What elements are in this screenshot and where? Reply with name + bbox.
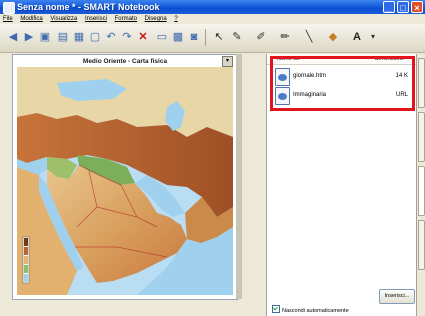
tab-page-sorter[interactable] <box>418 58 425 108</box>
menu-modifica[interactable]: Modifica <box>20 16 42 22</box>
line-icon[interactable]: ╲ <box>302 30 316 44</box>
map-drawing <box>17 67 233 295</box>
checkbox-checked-icon[interactable] <box>272 305 280 313</box>
menu-formato[interactable]: Formato <box>115 16 137 22</box>
minimize-icon[interactable]: _ <box>383 1 395 13</box>
menu-inserisci[interactable]: Inserisci <box>85 16 107 22</box>
screen-shade-icon[interactable]: ▭ <box>155 30 169 44</box>
menu-file[interactable]: File <box>3 16 13 22</box>
eraser-icon[interactable]: ◆ <box>326 30 340 44</box>
toolbar-separator <box>205 29 206 46</box>
autohide-toggle[interactable]: Nascondi automaticamente <box>272 305 349 316</box>
creative-pen-icon[interactable]: ✏ <box>278 30 292 44</box>
window-title: Senza nome * - SMART Notebook <box>17 2 160 12</box>
text-dropdown-icon[interactable]: ▾ <box>366 30 380 44</box>
menu-visualizza[interactable]: Visualizza <box>50 16 77 22</box>
delete-icon[interactable]: ✕ <box>136 30 150 44</box>
autohide-label: Nascondi automaticamente <box>282 308 349 314</box>
map-title: Medio Oriente - Carta fisica <box>82 58 168 65</box>
tab-properties[interactable] <box>418 220 425 270</box>
tab-attachments[interactable] <box>418 166 425 216</box>
sidebar-tabs <box>416 54 425 316</box>
middle-east-physical-map <box>17 67 233 295</box>
app-icon <box>3 2 15 14</box>
title-bar: Senza nome * - SMART Notebook _ □ × <box>0 0 425 14</box>
object-menu-icon[interactable]: ▾ <box>222 56 233 67</box>
menu-disegna[interactable]: Disegna <box>145 16 167 22</box>
close-icon[interactable]: × <box>411 1 423 13</box>
open-icon[interactable]: ▤ <box>56 30 70 44</box>
tab-gallery[interactable] <box>418 112 425 162</box>
back-icon[interactable]: ◀ <box>6 30 20 44</box>
camera-icon[interactable]: ◙ <box>187 30 201 44</box>
full-screen-icon[interactable]: ▩ <box>171 30 185 44</box>
toolbar: ◀ ▶ ▣ ▤ ▦ ▢ ↶ ↷ ✕ ▭ ▩ ◙ ↖ ✎ ✐ ✏ ╲ ◆ A ▾ <box>0 24 425 53</box>
forward-icon[interactable]: ▶ <box>22 30 36 44</box>
pen-icon[interactable]: ✎ <box>230 30 244 44</box>
text-icon[interactable]: A <box>350 30 364 44</box>
menu-help[interactable]: ? <box>174 16 177 22</box>
highlighter-icon[interactable]: ✐ <box>254 30 268 44</box>
select-arrow-icon[interactable]: ↖ <box>212 30 226 44</box>
paste-icon[interactable]: ▢ <box>88 30 102 44</box>
whiteboard-canvas[interactable]: Medio Oriente - Carta fisica ▾ <box>12 54 238 300</box>
save-icon[interactable]: ▦ <box>72 30 86 44</box>
maximize-icon[interactable]: □ <box>397 1 409 13</box>
add-page-icon[interactable]: ▣ <box>38 30 52 44</box>
undo-icon[interactable]: ↶ <box>104 30 118 44</box>
insert-button[interactable]: Inserisci... <box>379 289 415 304</box>
menu-bar: File Modifica Visualizza Inserisci Forma… <box>0 14 425 24</box>
highlight-box <box>270 56 415 111</box>
canvas-shadow <box>236 54 242 299</box>
redo-icon[interactable]: ↷ <box>120 30 134 44</box>
